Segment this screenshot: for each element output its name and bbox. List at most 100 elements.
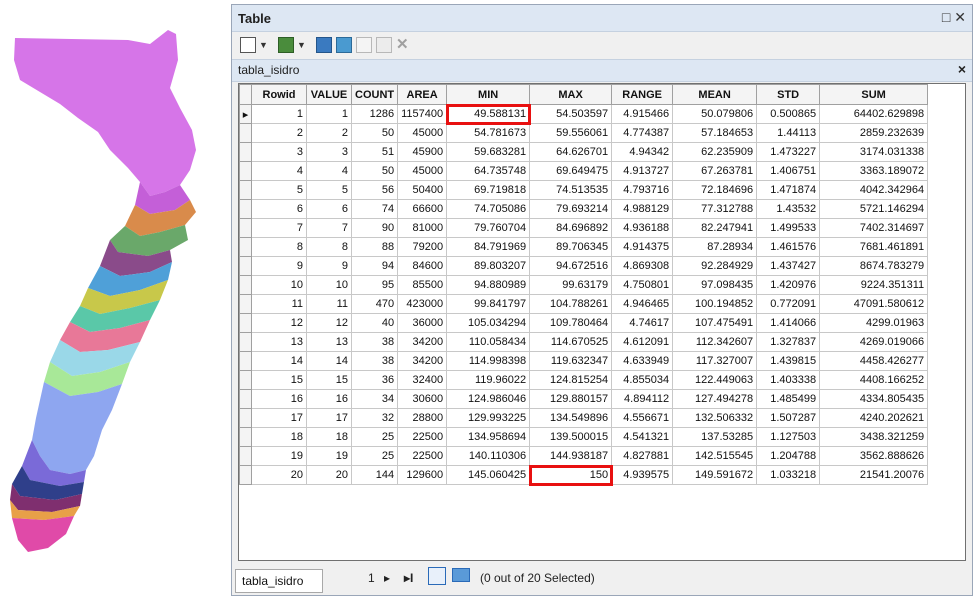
table-cell[interactable]: 107.475491 [672, 313, 758, 333]
table-cell[interactable]: 79.760704 [446, 218, 531, 238]
table-options-dropdown-icon[interactable]: ▼ [259, 40, 275, 56]
table-cell[interactable]: 4.946465 [611, 294, 674, 314]
table-cell[interactable]: 4.793716 [611, 180, 674, 200]
table-row[interactable]: 15 15 36 32400 119.96022 124.815254 4.855034 12… [239, 370, 929, 390]
column-header[interactable]: RANGE [611, 84, 674, 105]
table-cell[interactable]: 18 [251, 427, 307, 447]
column-header[interactable]: MIN [446, 84, 531, 105]
table-cell[interactable]: 25 [350, 427, 399, 447]
table-cell[interactable]: 11 [306, 294, 352, 314]
table-cell[interactable]: 64402.629898 [819, 104, 929, 124]
table-cell[interactable]: 3363.189072 [819, 161, 929, 181]
table-cell[interactable]: 1.414066 [756, 313, 821, 333]
table-cell[interactable]: 4.74617 [611, 313, 674, 333]
table-cell[interactable]: 45900 [397, 142, 448, 162]
table-cell[interactable]: 2859.232639 [819, 123, 929, 143]
table-cell[interactable]: 36000 [397, 313, 448, 333]
table-cell[interactable]: 1.033218 [756, 465, 821, 485]
show-selected-records-icon[interactable] [452, 568, 470, 582]
table-cell[interactable]: 1.437427 [756, 256, 821, 276]
table-cell[interactable]: 105.034294 [446, 313, 531, 333]
column-header[interactable]: COUNT [350, 84, 399, 105]
table-cell[interactable]: 10 [306, 275, 352, 295]
row-selector[interactable] [239, 446, 252, 466]
table-cell[interactable]: 12 [251, 313, 307, 333]
table-cell[interactable]: 4 [251, 161, 307, 181]
table-cell[interactable]: 19 [306, 446, 352, 466]
table-cell[interactable]: 4.94342 [611, 142, 674, 162]
table-row[interactable]: 6 6 74 66600 74.705086 79.693214 4.988129 77.31… [239, 199, 929, 219]
row-selector[interactable] [239, 313, 252, 333]
table-row[interactable]: 3 3 51 45900 59.683281 64.626701 4.94342 62.235… [239, 142, 929, 162]
clear-selection-icon[interactable] [356, 37, 372, 53]
table-cell[interactable]: 4269.019066 [819, 332, 929, 352]
table-cell[interactable]: 4408.166252 [819, 370, 929, 390]
table-cell[interactable]: 82.247941 [672, 218, 758, 238]
table-cell[interactable]: 50.079806 [672, 104, 758, 124]
table-cell[interactable]: 129.880157 [529, 389, 613, 409]
table-cell[interactable]: 17 [251, 408, 307, 428]
table-row[interactable]: 11 11 470 423000 99.841797 104.788261 4.946465… [239, 294, 929, 314]
close-tab-icon[interactable]: × [958, 61, 966, 77]
table-row[interactable]: 9 9 94 84600 89.803207 94.672516 4.869308 92.28… [239, 256, 929, 276]
table-cell[interactable]: 7 [251, 218, 307, 238]
row-selector[interactable] [239, 332, 252, 352]
table-cell[interactable]: 20 [306, 465, 352, 485]
table-cell[interactable]: 6 [306, 199, 352, 219]
table-cell[interactable]: 11 [251, 294, 307, 314]
table-cell[interactable]: 34 [350, 389, 399, 409]
table-cell[interactable]: 4.913727 [611, 161, 674, 181]
table-cell[interactable]: 89.706345 [529, 237, 613, 257]
table-cell[interactable]: 59.683281 [446, 142, 531, 162]
table-row[interactable]: 13 13 38 34200 110.058434 114.670525 4.612091 1… [239, 332, 929, 352]
row-selector[interactable] [239, 465, 252, 485]
table-cell[interactable]: 50 [350, 161, 399, 181]
table-row[interactable]: ▸ 1 1 1286 1157400 49.588131 54.503597 4.915466… [239, 103, 929, 125]
related-tables-dropdown-icon[interactable]: ▼ [297, 40, 313, 56]
row-selector[interactable] [239, 218, 252, 238]
table-cell[interactable]: 3 [306, 142, 352, 162]
table-cell[interactable]: 69.719818 [446, 180, 531, 200]
table-cell[interactable]: 32400 [397, 370, 448, 390]
table-cell[interactable]: 4.915466 [611, 104, 674, 124]
table-row[interactable]: 20 20 144 129600 145.060425 150 4.939575 149.59… [239, 464, 929, 486]
table-cell[interactable]: 79.693214 [529, 199, 613, 219]
table-cell[interactable]: 4.541321 [611, 427, 674, 447]
table-cell[interactable]: 144 [350, 465, 399, 485]
table-row[interactable]: 7 7 90 81000 79.760704 84.696892 4.936188 82.24… [239, 218, 929, 238]
table-row[interactable]: 16 16 34 30600 124.986046 129.880157 4.894112 1… [239, 389, 929, 409]
table-cell[interactable]: 14 [306, 351, 352, 371]
table-cell[interactable]: 4.827881 [611, 446, 674, 466]
row-selector[interactable] [239, 180, 252, 200]
table-cell[interactable]: 3438.321259 [819, 427, 929, 447]
row-selector[interactable] [239, 389, 252, 409]
current-row-indicator[interactable]: ▸ [239, 104, 252, 124]
table-cell[interactable]: 14 [251, 351, 307, 371]
table-cell[interactable]: 470 [350, 294, 399, 314]
table-cell[interactable]: 34200 [397, 351, 448, 371]
highlighted-cell[interactable]: 49.588131 [445, 103, 531, 125]
table-cell[interactable]: 7681.461891 [819, 237, 929, 257]
table-cell[interactable]: 1.473227 [756, 142, 821, 162]
table-cell[interactable]: 2 [306, 123, 352, 143]
table-cell[interactable]: 114.670525 [529, 332, 613, 352]
table-cell[interactable]: 1.406751 [756, 161, 821, 181]
table-cell[interactable]: 54.781673 [446, 123, 531, 143]
table-cell[interactable]: 10 [251, 275, 307, 295]
table-cell[interactable]: 9224.351311 [819, 275, 929, 295]
table-cell[interactable]: 15 [251, 370, 307, 390]
row-selector[interactable] [239, 370, 252, 390]
restore-icon[interactable]: □ [942, 9, 950, 25]
table-options-icon[interactable] [240, 37, 256, 53]
row-selector[interactable] [239, 427, 252, 447]
table-row[interactable]: 5 5 56 50400 69.719818 74.513535 4.793716 72.18… [239, 180, 929, 200]
table-cell[interactable]: 112.342607 [672, 332, 758, 352]
row-selector[interactable] [239, 123, 252, 143]
table-row[interactable]: 4 4 50 45000 64.735748 69.649475 4.913727 67.26… [239, 161, 929, 181]
next-record-icon[interactable]: ▸ [384, 571, 390, 585]
table-cell[interactable]: 84.696892 [529, 218, 613, 238]
column-header[interactable]: SUM [819, 84, 929, 105]
table-cell[interactable]: 114.998398 [446, 351, 531, 371]
table-cell[interactable]: 13 [251, 332, 307, 352]
delete-selected-icon[interactable]: ✕ [396, 35, 412, 53]
